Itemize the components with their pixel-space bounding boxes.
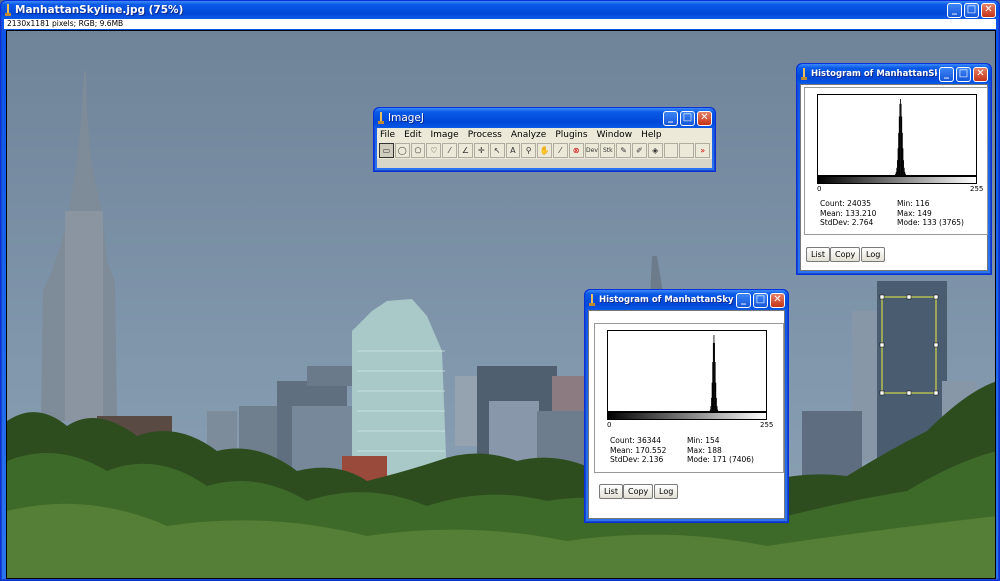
stat-stddev: StdDev: 2.764 xyxy=(820,218,874,227)
stat-max: Max: 188 xyxy=(687,445,722,455)
oval-tool-icon[interactable]: ◯ xyxy=(394,143,410,158)
close-button[interactable]: ✕ xyxy=(973,66,988,82)
log-button[interactable]: Log xyxy=(654,484,679,499)
histogram-plot xyxy=(607,330,767,412)
imagej-titlebar[interactable]: ImageJ _ □ ✕ xyxy=(374,108,715,128)
imagej-microscope-icon xyxy=(588,293,596,307)
line-tool-icon[interactable]: ⁄ xyxy=(442,143,458,158)
image-info-bar: 2130x1181 pixels; RGB; 9.6MB xyxy=(4,19,996,29)
list-button[interactable]: List xyxy=(599,484,623,499)
menu-help[interactable]: Help xyxy=(641,130,662,140)
maximize-button[interactable]: □ xyxy=(753,292,768,308)
histogram-panel: 0 255 Count: 24035 Mean: 133.210 StdDev:… xyxy=(804,87,988,235)
grayscale-ramp xyxy=(607,412,767,420)
histogram-panel: 0 255 Count: 36344 Mean: 170.552 StdDev:… xyxy=(594,323,784,473)
stop-tool-icon[interactable]: ⊗ xyxy=(568,143,584,158)
stat-count: Count: 24035 xyxy=(820,199,872,208)
stat-count: Count: 36344 xyxy=(610,436,662,445)
polygon-tool-icon[interactable]: ⬠ xyxy=(410,143,426,158)
stats-right: Min: 116 Max: 149 Mode: 133 (3765) xyxy=(897,199,964,228)
stat-mode: Mode: 171 (7406) xyxy=(687,455,754,464)
histogram-titlebar[interactable]: Histogram of ManhattanSkyline _ □ ✕ xyxy=(585,290,788,310)
angle-tool-icon[interactable]: ∠ xyxy=(458,143,473,158)
list-button[interactable]: List xyxy=(806,247,830,262)
stat-min: Min: 154 xyxy=(687,436,720,445)
histogram-window: Histogram of ManhattanSkyline _ □ ✕ 0 25… xyxy=(796,63,992,275)
close-button[interactable]: ✕ xyxy=(770,292,785,308)
text-tool-icon[interactable]: A xyxy=(505,143,521,158)
imagej-microscope-icon xyxy=(377,111,385,125)
stat-min: Min: 116 xyxy=(897,199,930,208)
menu-analyze[interactable]: Analyze xyxy=(511,130,546,140)
imagej-title: ImageJ xyxy=(388,112,424,124)
stk-tool-icon[interactable]: Stk xyxy=(600,143,616,158)
empty-tool-slot[interactable] xyxy=(663,143,679,158)
histogram-title: Histogram of ManhattanSkyline xyxy=(811,69,937,79)
maximize-button[interactable]: □ xyxy=(956,66,971,82)
histogram-title: Histogram of ManhattanSkyline xyxy=(599,295,734,305)
histogram-bar xyxy=(905,173,906,175)
freehand-tool-icon[interactable]: ♡ xyxy=(426,143,442,158)
magnifier-tool-icon[interactable]: ⚲ xyxy=(521,143,537,158)
stats-left: Count: 24035 Mean: 133.210 StdDev: 2.764 xyxy=(820,199,876,228)
stat-mode: Mode: 133 (3765) xyxy=(897,218,964,227)
minimize-button[interactable]: _ xyxy=(939,66,954,82)
log-button[interactable]: Log xyxy=(861,247,886,262)
brush-tool-icon[interactable]: ✐ xyxy=(632,143,647,158)
copy-button[interactable]: Copy xyxy=(830,247,861,262)
pencil-tool-icon[interactable]: ✎ xyxy=(616,143,631,158)
point-tool-icon[interactable]: ✛ xyxy=(473,143,489,158)
stats-right: Min: 154 Max: 188 Mode: 171 (7406) xyxy=(687,436,754,465)
menu-file[interactable]: File xyxy=(380,130,395,140)
hand-tool-icon[interactable]: ✋ xyxy=(537,143,552,158)
minimize-button[interactable]: _ xyxy=(947,2,962,18)
axis-min-label: 0 xyxy=(817,185,822,193)
minimize-button[interactable]: _ xyxy=(663,110,678,126)
menu-plugins[interactable]: Plugins xyxy=(555,130,587,140)
histogram-bars xyxy=(895,99,906,175)
empty-tool-slot[interactable] xyxy=(679,143,695,158)
close-button[interactable]: ✕ xyxy=(697,110,712,126)
menu-edit[interactable]: Edit xyxy=(404,130,421,140)
axis-max-label: 255 xyxy=(760,421,774,429)
axis-max-label: 255 xyxy=(970,185,984,193)
imagej-microscope-icon xyxy=(800,67,808,81)
imagej-window: ImageJ _ □ ✕ File Edit Image Process Ana… xyxy=(373,107,716,172)
image-window-titlebar[interactable]: ManhattanSkyline.jpg (75%) _ □ ✕ xyxy=(1,1,999,19)
axis-min-label: 0 xyxy=(607,421,612,429)
wand-tool-icon[interactable]: ↖ xyxy=(489,143,505,158)
histogram-plot xyxy=(817,94,977,176)
imagej-menubar: File Edit Image Process Analyze Plugins … xyxy=(377,128,712,142)
flood-fill-tool-icon[interactable]: ◈ xyxy=(647,143,663,158)
histogram-window: Histogram of ManhattanSkyline _ □ ✕ 0 25… xyxy=(584,289,789,523)
stat-mean: Mean: 133.210 xyxy=(820,208,877,218)
rectangle-tool-icon[interactable]: ▭ xyxy=(379,143,394,158)
menu-process[interactable]: Process xyxy=(468,130,502,140)
histogram-bar xyxy=(717,409,719,411)
dropper-tool-icon[interactable]: ⁄ xyxy=(552,143,568,158)
image-window-title: ManhattanSkyline.jpg (75%) xyxy=(15,4,184,16)
stat-stddev: StdDev: 2.136 xyxy=(610,455,664,464)
imagej-microscope-icon xyxy=(4,3,12,17)
menu-image[interactable]: Image xyxy=(431,130,459,140)
stats-left: Count: 36344 Mean: 170.552 StdDev: 2.136 xyxy=(610,436,666,465)
histogram-bars xyxy=(709,335,719,411)
menu-window[interactable]: Window xyxy=(597,130,633,140)
copy-button[interactable]: Copy xyxy=(623,484,654,499)
more-tools-icon[interactable]: » xyxy=(695,143,711,158)
dev-tool-icon[interactable]: Dev xyxy=(584,143,600,158)
stat-mean: Mean: 170.552 xyxy=(610,445,667,455)
imagej-toolbar: ▭ ◯ ⬠ ♡ ⁄ ∠ ✛ ↖ A ⚲ ✋ ⁄ ⊗ Dev Stk ✎ ✐ ◈» xyxy=(377,142,712,159)
grayscale-ramp xyxy=(817,176,977,184)
minimize-button[interactable]: _ xyxy=(736,292,751,308)
maximize-button[interactable]: □ xyxy=(680,110,695,126)
maximize-button[interactable]: □ xyxy=(964,2,979,18)
close-button[interactable]: ✕ xyxy=(981,2,996,18)
histogram-titlebar[interactable]: Histogram of ManhattanSkyline _ □ ✕ xyxy=(797,64,991,84)
stat-max: Max: 149 xyxy=(897,208,932,218)
